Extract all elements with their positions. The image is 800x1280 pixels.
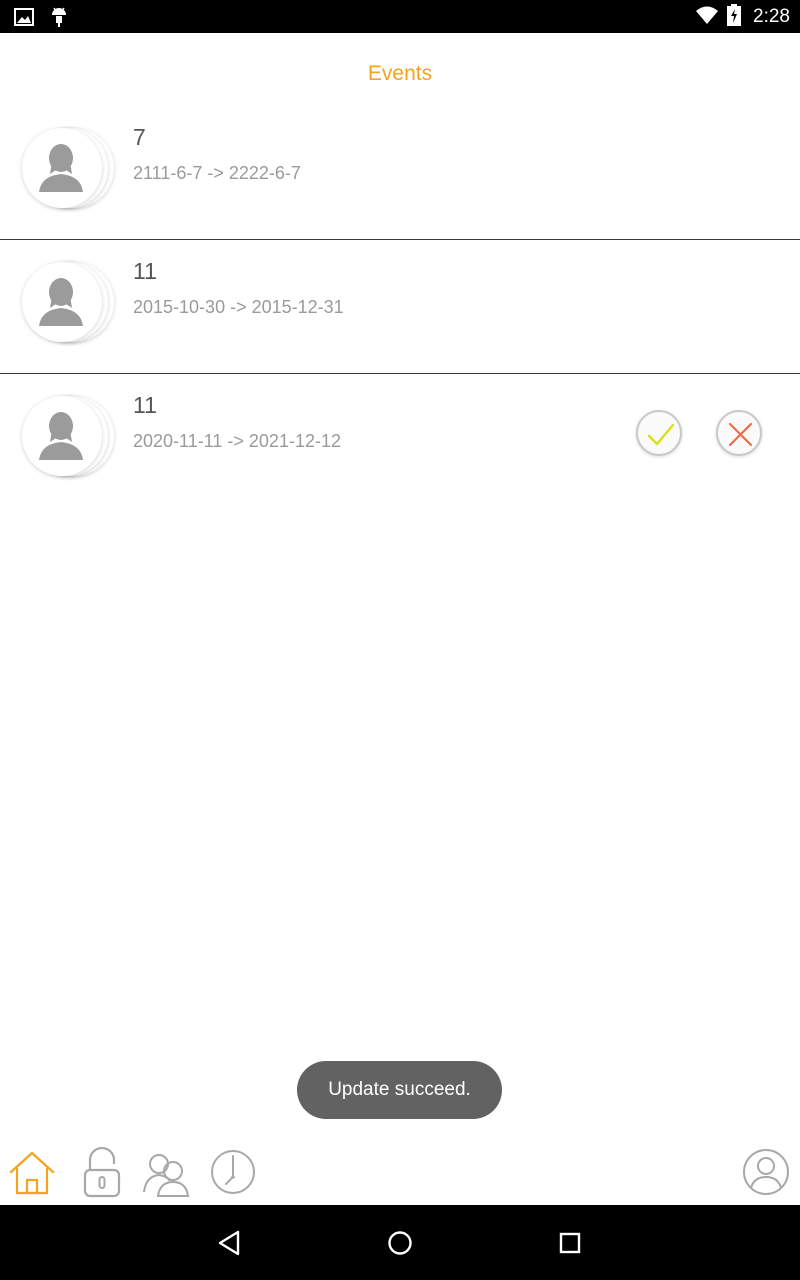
event-row[interactable]: 11 2015-10-30 -> 2015-12-31	[0, 240, 800, 374]
page-title: Events	[367, 62, 433, 85]
back-icon[interactable]	[214, 1227, 246, 1259]
event-name: 7	[133, 124, 146, 150]
avatar	[20, 262, 120, 352]
avatar	[20, 396, 120, 486]
image-icon	[14, 8, 34, 30]
home-circle-icon[interactable]	[384, 1227, 416, 1259]
battery-charging-icon	[727, 4, 742, 30]
person-silhouette-icon	[39, 412, 83, 460]
people-icon[interactable]	[140, 1146, 192, 1198]
event-date-range: 2111-6-7 -> 2222-6-7	[133, 163, 301, 183]
reject-x-icon	[728, 422, 753, 447]
recents-icon[interactable]	[554, 1227, 586, 1259]
event-date-range: 2020-11-11 -> 2021-12-12	[133, 431, 341, 451]
wifi-icon	[695, 5, 719, 29]
person-silhouette-icon	[39, 144, 83, 192]
status-clock: 2:28	[753, 6, 790, 27]
avatar	[20, 128, 120, 218]
person-silhouette-icon	[39, 278, 83, 326]
status-bar: 2:28	[0, 0, 800, 33]
android-icon	[50, 6, 68, 32]
reject-button[interactable]	[716, 410, 762, 456]
profile-icon[interactable]	[740, 1146, 792, 1198]
event-date-range: 2015-10-30 -> 2015-12-31	[133, 297, 344, 317]
event-row[interactable]: 11 2020-11-11 -> 2021-12-12	[0, 374, 800, 508]
clock-icon[interactable]	[207, 1146, 259, 1198]
event-name: 11	[133, 258, 157, 284]
accept-button[interactable]	[636, 410, 682, 456]
event-row[interactable]: 7 2111-6-7 -> 2222-6-7	[0, 106, 800, 240]
accept-check-icon	[647, 423, 675, 446]
system-nav-bar	[0, 1205, 800, 1280]
toast-message: Update succeed.	[297, 1061, 502, 1119]
unlock-icon[interactable]	[76, 1146, 128, 1198]
home-icon[interactable]	[6, 1146, 58, 1198]
event-name: 11	[133, 392, 157, 418]
bottom-tab-bar	[0, 1140, 800, 1204]
